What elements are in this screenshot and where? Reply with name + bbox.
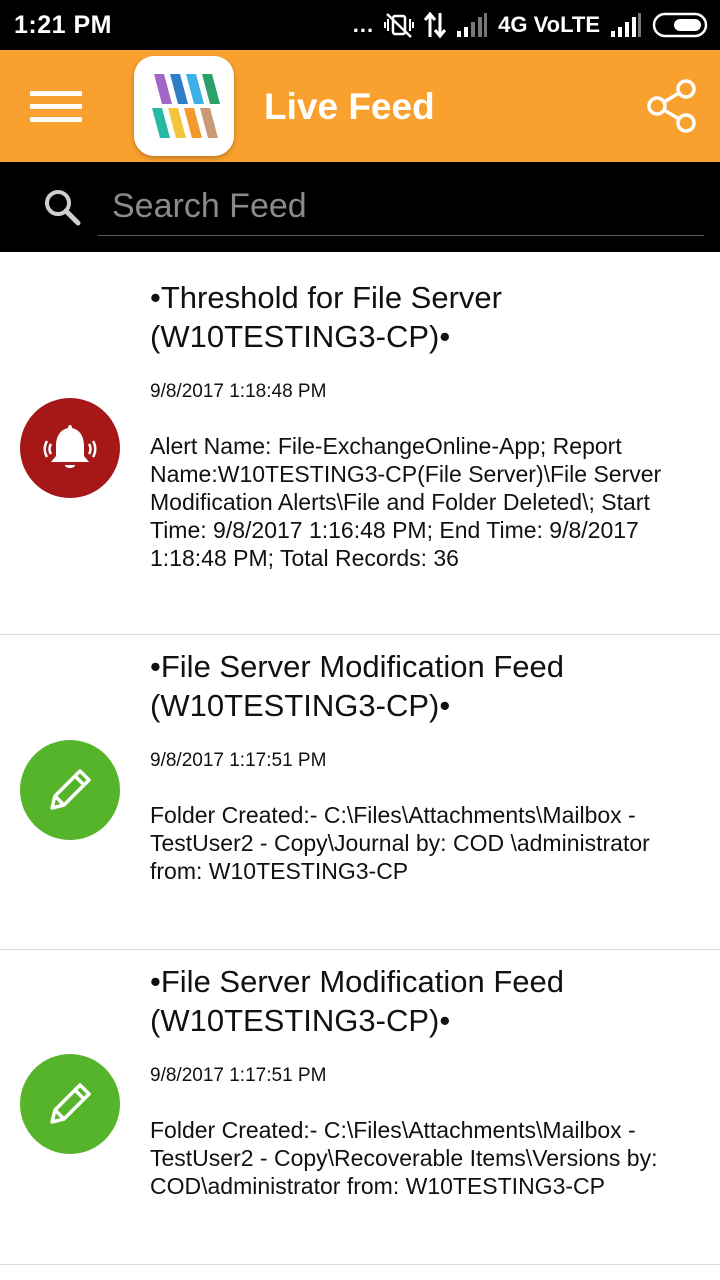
pencil-icon xyxy=(50,1083,91,1124)
feed-body: Folder Created:- C:\Files\Attachments\Ma… xyxy=(150,1117,658,1199)
app-logo xyxy=(134,56,234,156)
feed-title: •Threshold for File Server (W10TESTING3-… xyxy=(150,280,502,354)
search-input[interactable] xyxy=(98,178,704,236)
share-button[interactable] xyxy=(644,78,700,134)
search-bar xyxy=(0,162,720,252)
feed-list: •Threshold for File Server (W10TESTING3-… xyxy=(0,252,720,1265)
more-notifications-icon: ... xyxy=(352,12,375,37)
battery-icon xyxy=(652,12,708,38)
share-icon xyxy=(647,79,696,133)
feed-title: •File Server Modification Feed (W10TESTI… xyxy=(150,649,565,723)
feed-item[interactable]: •Threshold for File Server (W10TESTING3-… xyxy=(0,252,720,635)
logo-icon xyxy=(152,74,220,138)
pencil-icon xyxy=(50,769,91,810)
signal-strong-icon xyxy=(611,13,641,37)
status-icons: ... 4G VoLTE xyxy=(353,10,708,40)
app-bar: Live Feed xyxy=(0,50,720,162)
search-icon xyxy=(45,190,81,226)
vibrate-off-icon xyxy=(384,13,415,38)
page-title: Live Feed xyxy=(264,86,435,127)
feed-body: Alert Name: File-ExchangeOnline-App; Rep… xyxy=(150,433,662,571)
bell-icon xyxy=(43,425,97,468)
alert-avatar xyxy=(20,398,120,498)
hamburger-line xyxy=(30,104,82,109)
data-arrows-icon xyxy=(424,11,447,39)
edit-avatar xyxy=(20,1054,120,1154)
signal-weak-icon xyxy=(457,13,488,37)
feed-item[interactable]: •File Server Modification Feed (W10TESTI… xyxy=(0,635,720,950)
hamburger-line xyxy=(30,117,82,122)
status-bar: 1:21 PM ... 4G VoLTE xyxy=(0,0,720,50)
hamburger-icon xyxy=(30,91,82,96)
feed-body: Folder Created:- C:\Files\Attachments\Ma… xyxy=(150,802,650,884)
feed-content: •File Server Modification Feed (W10TESTI… xyxy=(150,647,700,885)
menu-button[interactable] xyxy=(22,84,86,130)
feed-title: •File Server Modification Feed (W10TESTI… xyxy=(150,964,565,1038)
feed-item[interactable]: •File Server Modification Feed (W10TESTI… xyxy=(0,950,720,1265)
feed-timestamp: 9/8/2017 1:18:48 PM xyxy=(150,381,327,402)
feed-timestamp: 9/8/2017 1:17:51 PM xyxy=(150,750,327,771)
status-time: 1:21 PM xyxy=(14,11,112,39)
feed-content: •Threshold for File Server (W10TESTING3-… xyxy=(150,278,700,572)
edit-avatar xyxy=(20,740,120,840)
network-type: 4G VoLTE xyxy=(498,12,600,37)
feed-timestamp: 9/8/2017 1:17:51 PM xyxy=(150,1065,327,1086)
feed-content: •File Server Modification Feed (W10TESTI… xyxy=(150,962,700,1200)
